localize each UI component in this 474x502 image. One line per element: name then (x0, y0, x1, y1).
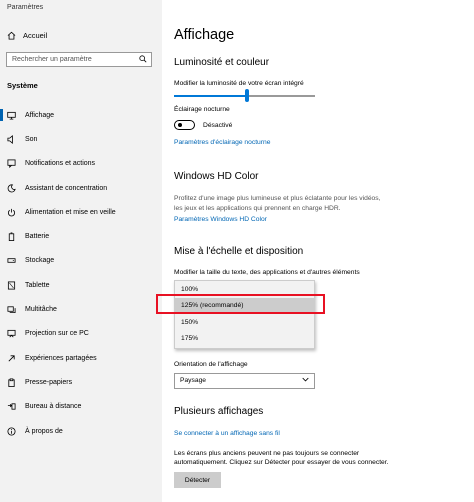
wireless-display-link[interactable]: Se connecter à un affichage sans fil (174, 430, 280, 437)
sidebar-item-label: Assistant de concentration (25, 184, 108, 192)
brightness-slider[interactable] (174, 89, 315, 102)
sidebar-item-label: Projection sur ce PC (25, 330, 89, 338)
sidebar-item-tablet[interactable]: Tablette (0, 273, 162, 297)
night-light-state: Désactivé (203, 122, 233, 129)
hdr-settings-link[interactable]: Paramètres Windows HD Color (174, 216, 267, 223)
night-light-settings-link[interactable]: Paramètres d'éclairage nocturne (174, 139, 270, 146)
info-icon (7, 426, 16, 436)
sidebar-item-label: Alimentation et mise en veille (25, 208, 116, 216)
sidebar-item-label: Notifications et actions (25, 160, 96, 168)
tablet-icon (7, 281, 16, 290)
storage-icon (7, 256, 16, 265)
sidebar-item-power[interactable]: Alimentation et mise en veille (0, 200, 162, 224)
sidebar-item-remote-desktop[interactable]: Bureau à distance (0, 395, 162, 419)
sidebar: Paramètres Accueil Rechercher un paramèt… (0, 0, 162, 502)
scale-dropdown-list[interactable]: 100% 125% (recommandé) 150% 175% (174, 280, 315, 349)
remote-desktop-icon (7, 402, 16, 411)
moon-icon (7, 184, 16, 193)
sidebar-item-label: Tablette (25, 281, 50, 289)
chevron-down-icon (302, 377, 309, 384)
sidebar-item-label: Bureau à distance (25, 403, 82, 411)
sidebar-item-label: À propos de (25, 427, 63, 435)
brightness-heading: Luminosité et couleur (174, 57, 270, 68)
notification-icon (7, 159, 16, 169)
night-light-label: Éclairage nocturne (174, 106, 230, 113)
brightness-slider-thumb[interactable] (245, 89, 250, 102)
sidebar-item-label: Presse-papiers (25, 378, 73, 386)
brightness-slider-fill (174, 95, 248, 97)
sidebar-item-about[interactable]: À propos de (0, 419, 162, 443)
section-title: Système (7, 81, 38, 90)
hdr-heading: Windows HD Color (174, 171, 259, 182)
sidebar-item-storage[interactable]: Stockage (0, 249, 162, 273)
search-icon[interactable] (139, 55, 147, 65)
scale-option[interactable]: 150% (175, 314, 314, 331)
orientation-value: Paysage (180, 377, 207, 384)
sidebar-item-label: Son (25, 135, 38, 143)
home-label: Accueil (23, 31, 48, 40)
sidebar-item-label: Multitâche (25, 306, 57, 314)
sidebar-item-shared[interactable]: Expériences partagées (0, 346, 162, 370)
sidebar-item-focus-assist[interactable]: Assistant de concentration (0, 176, 162, 200)
sidebar-item-label: Stockage (25, 257, 55, 265)
orientation-select[interactable]: Paysage (174, 373, 315, 389)
search-input[interactable]: Rechercher un paramètre (6, 52, 152, 67)
scale-label: Modifier la taille du texte, des applica… (174, 269, 360, 276)
sidebar-item-label: Batterie (25, 233, 50, 241)
share-icon (7, 354, 16, 363)
search-placeholder: Rechercher un paramètre (12, 56, 92, 63)
multi-description-line2: automatiquement. Cliquez sur Détecter po… (174, 459, 389, 466)
detect-button[interactable]: Détecter (174, 472, 221, 488)
multi-description-line1: Les écrans plus anciens peuvent ne pas t… (174, 450, 360, 457)
sidebar-item-clipboard[interactable]: Presse-papiers (0, 370, 162, 394)
sidebar-item-battery[interactable]: Batterie (0, 224, 162, 248)
multitask-icon (7, 305, 16, 314)
sidebar-item-multitask[interactable]: Multitâche (0, 297, 162, 321)
home-icon (7, 31, 16, 40)
page-title: Affichage (174, 27, 235, 43)
hdr-description-line1: Profitez d'une image plus lumineuse et p… (174, 195, 381, 202)
power-icon (7, 208, 16, 217)
window-title: Paramètres (7, 4, 44, 11)
display-icon (7, 111, 16, 120)
sidebar-item-notifications[interactable]: Notifications et actions (0, 152, 162, 176)
sidebar-item-sound[interactable]: Son (0, 127, 162, 151)
brightness-slider-label: Modifier la luminosité de votre écran in… (174, 80, 304, 87)
orientation-label: Orientation de l'affichage (174, 361, 248, 368)
hdr-description-line2: les jeux et les applications qui prennen… (174, 205, 341, 212)
sidebar-nav: Affichage Son Notifications et actions A… (0, 103, 162, 443)
selection-highlight-box (156, 294, 325, 314)
scale-heading: Mise à l'échelle et disposition (174, 246, 304, 257)
speaker-icon (7, 134, 16, 144)
night-light-toggle[interactable] (174, 120, 195, 130)
sidebar-item-projection[interactable]: Projection sur ce PC (0, 322, 162, 346)
scale-option[interactable]: 175% (175, 331, 314, 348)
multi-display-heading: Plusieurs affichages (174, 406, 264, 417)
sidebar-item-label: Expériences partagées (25, 354, 97, 362)
sidebar-item-label: Affichage (25, 111, 55, 119)
toggle-knob (178, 123, 182, 127)
home-link[interactable]: Accueil (7, 31, 47, 40)
clipboard-icon (7, 378, 16, 387)
sidebar-item-display[interactable]: Affichage (0, 103, 162, 127)
projection-icon (7, 329, 16, 338)
battery-icon (7, 232, 16, 242)
